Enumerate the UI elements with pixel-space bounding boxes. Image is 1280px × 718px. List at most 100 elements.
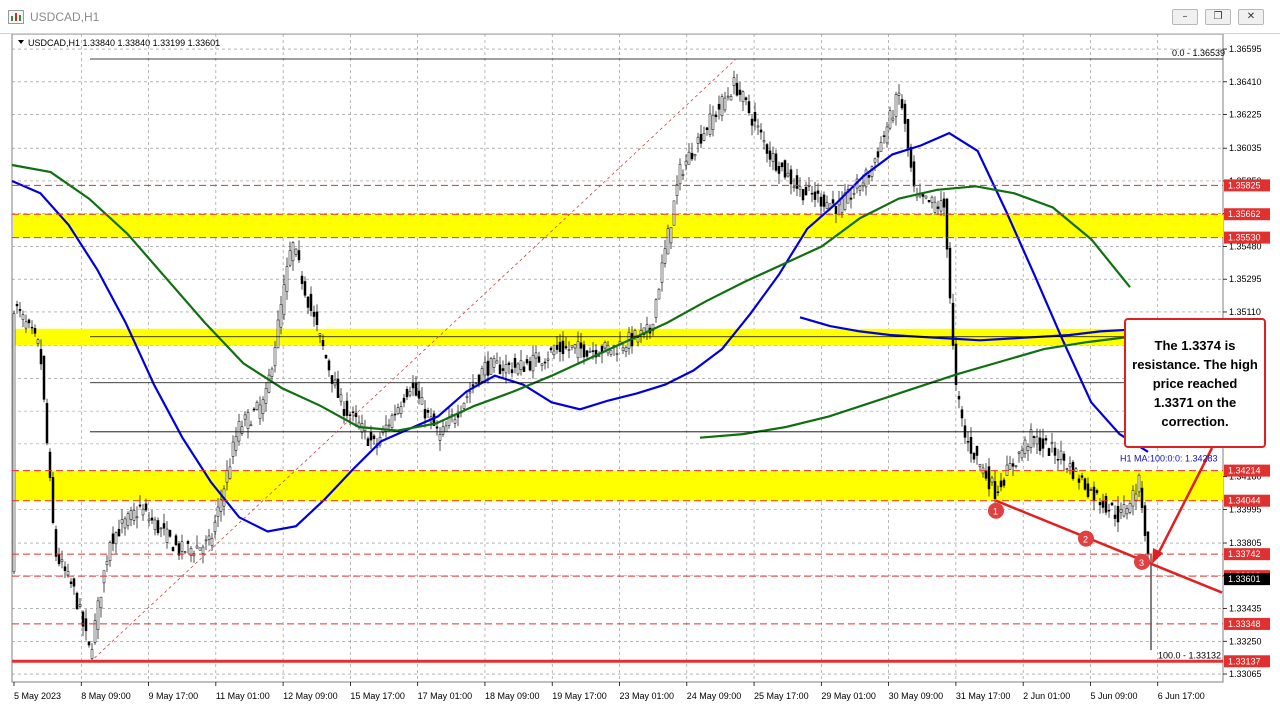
callout-box: The 1.3374 is resistance. The high price… [1124,318,1266,448]
candle-body [243,414,247,420]
candle-body [1047,448,1051,456]
candle-body [942,198,946,208]
candle-body [51,477,55,523]
candle-body [672,200,676,226]
x-tick-label: 9 May 17:00 [149,691,199,701]
x-tick-label: 5 Jun 09:00 [1090,691,1137,701]
candle-body [198,547,202,551]
candle-body [570,345,574,348]
candle-body [960,409,964,419]
price-chart[interactable]: 1230.0 - 1.3653961.8 - 1.34433100.0 - 1.… [0,34,1280,718]
candle-body [465,396,469,398]
x-tick-label: 6 Jun 17:00 [1158,691,1205,701]
candle-body [228,466,232,479]
candle-body [354,412,358,418]
candle-body [330,375,334,384]
candle-body [1092,486,1096,501]
candle-body [1041,438,1045,449]
candle-body [633,330,637,337]
candle-body [867,175,871,178]
candle-body [1059,450,1063,461]
fib-label: 0.0 - 1.36539 [1172,48,1225,58]
candle-body [954,343,958,385]
candle-body [795,175,799,189]
candle-body [810,192,814,195]
close-button[interactable]: ✕ [1238,9,1264,25]
x-tick-label: 2 Jun 01:00 [1023,691,1070,701]
candle-body [582,344,586,358]
candle-body [996,491,1000,493]
candle-body [927,199,931,203]
candle-body [336,378,340,398]
candle-body [387,424,391,427]
candle-body [762,140,766,143]
candle-body [924,195,928,199]
candle-body [768,150,772,160]
candle-body [246,412,250,429]
candle-body [159,527,163,530]
y-tick-label: 1.36035 [1229,143,1262,153]
candle-body [900,99,904,109]
y-tick-label: 1.35295 [1229,274,1262,284]
candle-body [771,153,775,162]
candle-body [30,326,34,329]
candle-body [546,358,550,361]
candle-body [285,266,289,292]
candle-body [738,89,742,95]
candle-body [213,521,217,533]
candle-body [372,435,376,440]
candle-body [1077,478,1081,483]
candle-body [624,347,628,352]
candle-body [162,523,166,529]
candle-body [1140,487,1144,509]
candle-body [156,520,160,534]
chart-window-icon [8,10,24,24]
price-label-text: 1.33137 [1228,656,1261,666]
candle-body [678,163,682,185]
candle-body [1056,458,1060,461]
candle-body [1113,514,1117,519]
candle-body [165,528,169,543]
candle-body [405,388,409,398]
candle-body [561,340,565,355]
candle-body [414,383,418,396]
candle-body [804,186,808,196]
candle-body [87,641,91,646]
close-icon: ✕ [1246,11,1256,22]
y-tick-label: 1.36595 [1229,44,1262,54]
chart-area[interactable]: 1230.0 - 1.3653961.8 - 1.34433100.0 - 1.… [0,34,1280,718]
candle-body [342,409,346,416]
candle-body [660,262,664,283]
candle-body [1074,468,1078,472]
minimize-button[interactable]: – [1172,9,1198,25]
candle-body [483,361,487,376]
candle-body [513,358,517,368]
candle-body [765,144,769,154]
candle-body [129,510,133,520]
x-tick-label: 18 May 09:00 [485,691,540,701]
candle-body [1032,436,1036,438]
candle-body [117,528,121,537]
minimize-icon: – [1182,11,1188,22]
candle-body [726,95,730,98]
restore-icon: ❐ [1213,11,1223,22]
candle-body [1098,501,1102,506]
candle-body [531,354,535,372]
candle-body [711,114,715,131]
candle-body [57,553,61,565]
candle-body [1131,489,1135,507]
candle-body [36,339,40,344]
candle-body [948,247,952,299]
candle-body [930,196,934,203]
candle-body [1101,500,1105,508]
candle-body [912,161,916,187]
candle-body [1014,465,1018,467]
restore-button[interactable]: ❐ [1205,9,1231,25]
candle-body [279,304,283,328]
candle-body [204,539,208,542]
candle-body [984,470,988,479]
candle-body [345,400,349,416]
candle-body [666,228,670,255]
candle-body [978,464,982,468]
candle-body [324,354,328,359]
